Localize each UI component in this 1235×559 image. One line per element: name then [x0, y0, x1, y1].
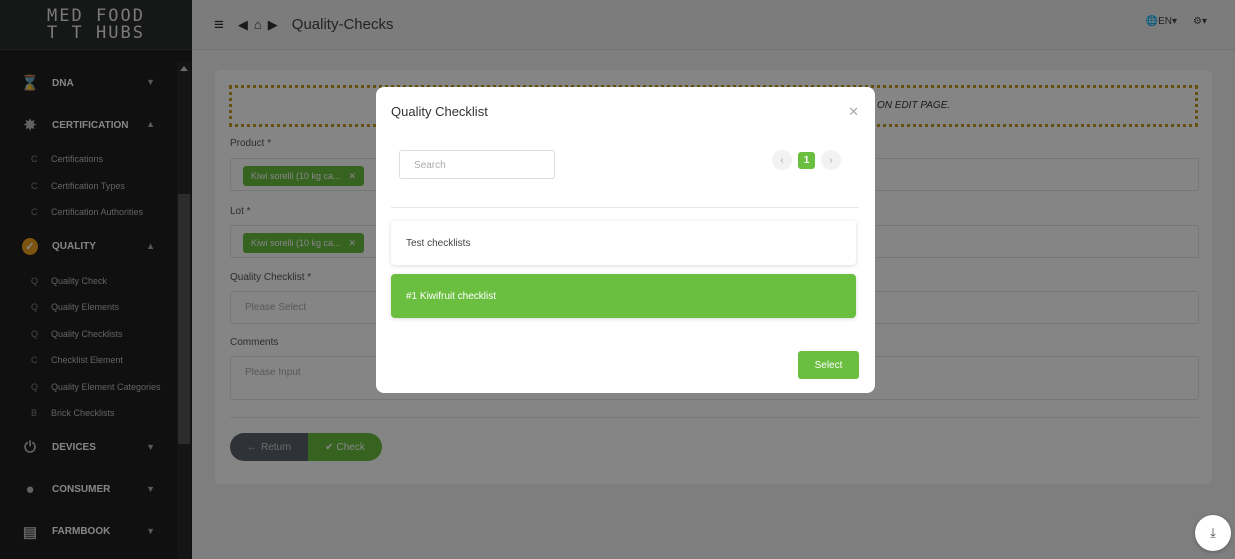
modal-divider [391, 207, 859, 208]
quality-checklist-modal: Quality Checklist ✕ Search ‹ 1 › Test ch… [376, 87, 875, 393]
next-page-button[interactable]: › [821, 150, 841, 170]
checklist-option-selected[interactable]: #1 Kiwifruit checklist [391, 274, 856, 318]
select-button[interactable]: Select [798, 351, 859, 379]
modal-title: Quality Checklist [391, 104, 488, 119]
checklist-option[interactable]: Test checklists [391, 221, 856, 265]
prev-page-button[interactable]: ‹ [772, 150, 792, 170]
close-icon[interactable]: ✕ [848, 104, 859, 120]
search-input[interactable]: Search [399, 150, 555, 179]
pagination: ‹ 1 › [772, 150, 841, 170]
current-page[interactable]: 1 [798, 151, 815, 169]
download-icon[interactable]: ⤓ [1195, 515, 1231, 551]
search-placeholder: Search [414, 160, 446, 171]
